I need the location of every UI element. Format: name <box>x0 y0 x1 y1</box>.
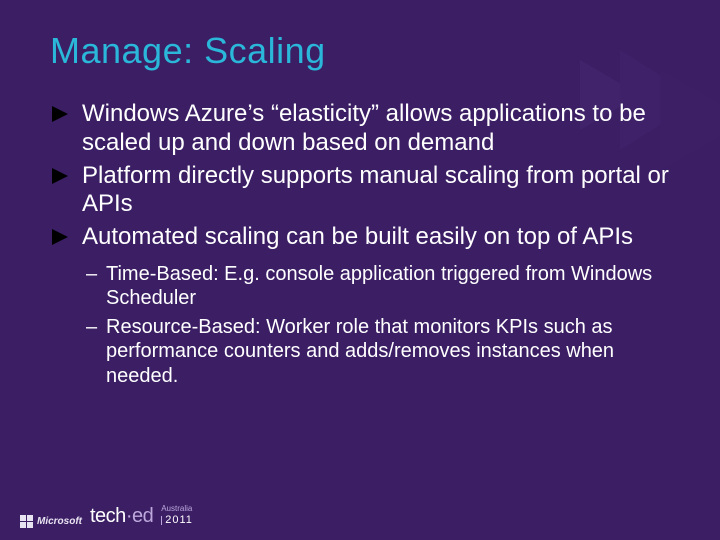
slide: Manage: Scaling Windows Azure’s “elastic… <box>0 0 720 540</box>
teched-logo: tech·ed <box>90 505 153 528</box>
bullet-item: Windows Azure’s “elasticity” allows appl… <box>52 100 670 158</box>
microsoft-grid-icon <box>20 515 33 528</box>
footer-branding: Microsoft tech·ed Australia 2011 <box>20 505 193 528</box>
region-label: Australia <box>161 505 193 514</box>
sub-bullet-item: Time-Based: E.g. console application tri… <box>86 262 670 311</box>
sub-bullet-item: Resource-Based: Worker role that monitor… <box>86 315 670 388</box>
microsoft-label: Microsoft <box>37 516 82 527</box>
bullet-list: Windows Azure’s “elasticity” allows appl… <box>52 100 670 252</box>
bullet-item: Automated scaling can be built easily on… <box>52 223 670 252</box>
teched-tech: tech <box>90 505 126 527</box>
divider-bar <box>161 516 162 525</box>
bullet-item: Platform directly supports manual scalin… <box>52 162 670 220</box>
slide-title: Manage: Scaling <box>50 30 670 72</box>
sub-bullet-list: Time-Based: E.g. console application tri… <box>86 262 670 388</box>
microsoft-logo: Microsoft <box>20 515 82 528</box>
teched-ed: ·ed <box>126 505 153 527</box>
year-label: 2011 <box>165 514 193 526</box>
region-year: Australia 2011 <box>161 505 193 528</box>
